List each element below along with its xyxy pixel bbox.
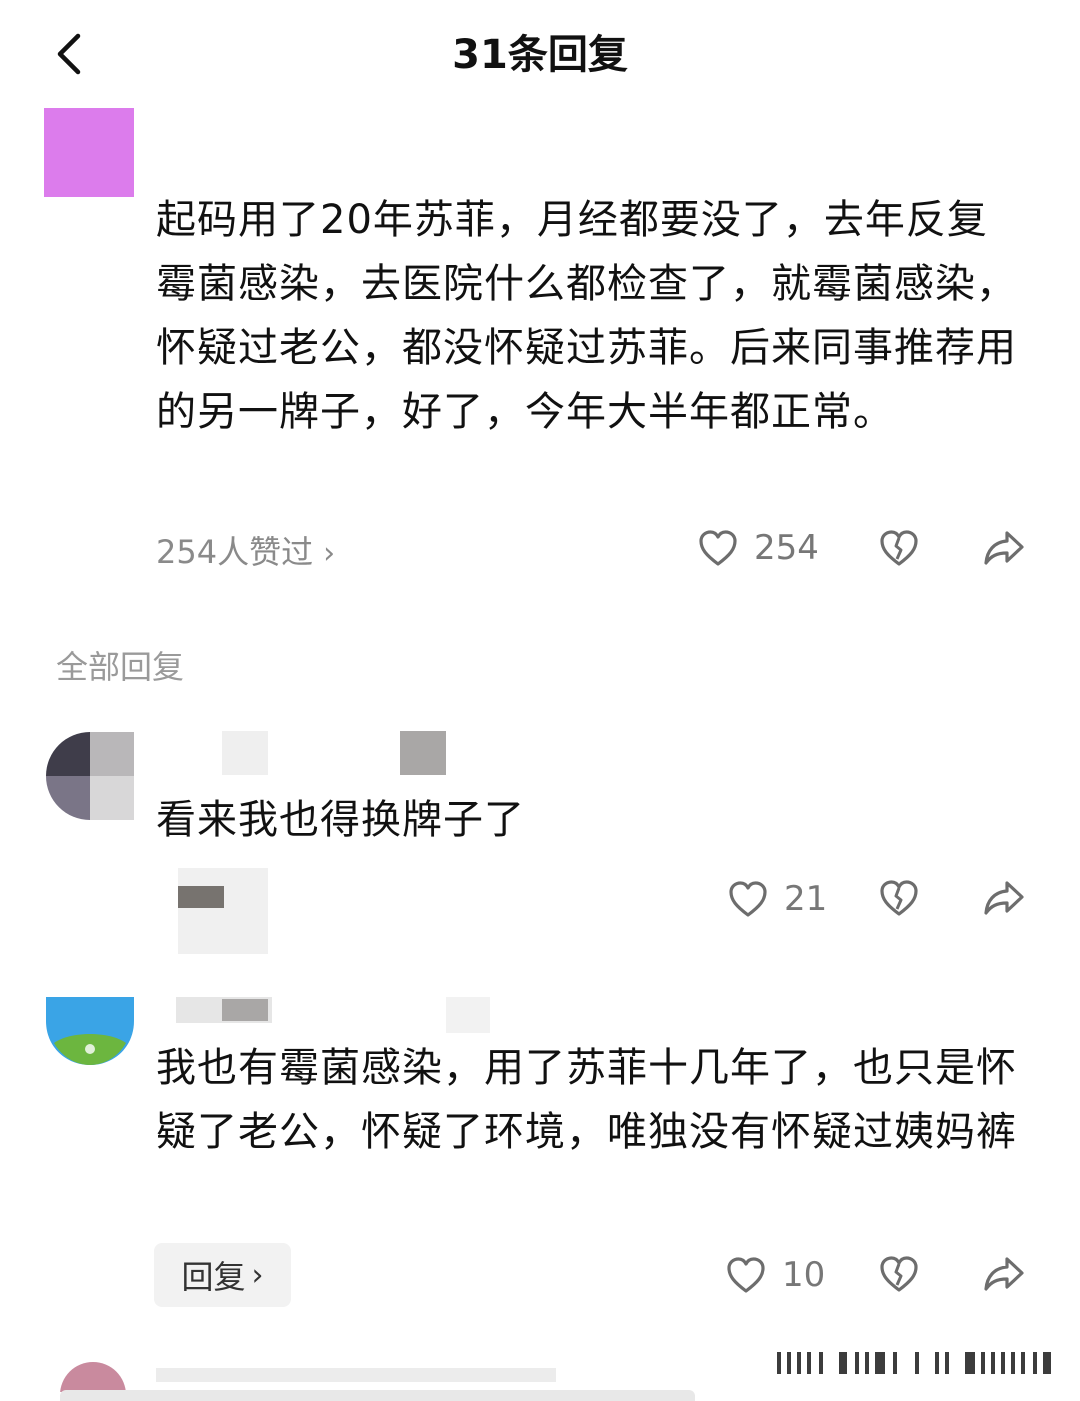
dislike-button[interactable] bbox=[879, 529, 919, 567]
like-button[interactable]: 254 bbox=[698, 528, 819, 568]
broken-heart-icon bbox=[880, 1256, 918, 1292]
bottom-input-bar[interactable] bbox=[60, 1390, 695, 1401]
like-button[interactable]: 10 bbox=[726, 1255, 825, 1295]
avatar-image bbox=[46, 997, 134, 1065]
next-reply-meta-cutoff bbox=[156, 1368, 556, 1382]
heart-icon bbox=[727, 1257, 765, 1293]
reply-text: 看来我也得换牌子了 bbox=[156, 797, 525, 843]
like-count: 21 bbox=[784, 879, 828, 919]
chevron-right-icon: › bbox=[323, 536, 336, 571]
chevron-right-icon: › bbox=[251, 1257, 264, 1293]
avatar[interactable] bbox=[60, 1362, 126, 1392]
likes-summary-label: 254人赞过 bbox=[156, 533, 314, 571]
likes-summary-link[interactable]: 254人赞过 › bbox=[156, 527, 335, 573]
share-button[interactable] bbox=[983, 879, 1025, 917]
share-icon bbox=[984, 881, 1024, 915]
reply-button[interactable]: 回复 › bbox=[154, 1243, 291, 1307]
heart-icon bbox=[699, 530, 737, 566]
share-icon bbox=[984, 1257, 1024, 1291]
redacted-block bbox=[222, 999, 268, 1021]
heart-icon bbox=[729, 881, 767, 917]
dislike-button[interactable] bbox=[879, 879, 919, 917]
like-count: 10 bbox=[782, 1255, 826, 1295]
watermark-logo bbox=[777, 1352, 1051, 1374]
reply-text: 我也有霉菌感染，用了苏菲十几年了，也只是怀疑了老公，怀疑了环境，唯独没有怀疑过姨… bbox=[156, 1045, 1017, 1155]
avatar[interactable] bbox=[46, 732, 134, 820]
share-button[interactable] bbox=[983, 1255, 1025, 1293]
like-count: 254 bbox=[754, 528, 819, 568]
broken-heart-icon bbox=[880, 880, 918, 916]
badge-redacted bbox=[446, 997, 490, 1033]
all-replies-label: 全部回复 bbox=[56, 648, 185, 686]
share-icon bbox=[984, 531, 1024, 565]
header: 31条回复 bbox=[0, 0, 1080, 105]
comment-text: 起码用了20年苏菲，月经都要没了，去年反复霉菌感染，去医院什么都检查了，就霉菌感… bbox=[156, 197, 1017, 435]
page-title: 31条回复 bbox=[452, 32, 628, 78]
avatar[interactable] bbox=[44, 108, 134, 197]
username-redacted bbox=[222, 731, 268, 775]
reply-button-redacted[interactable] bbox=[178, 868, 268, 954]
redacted-block bbox=[178, 886, 224, 908]
avatar[interactable] bbox=[46, 997, 134, 1065]
like-button[interactable]: 21 bbox=[728, 879, 827, 919]
broken-heart-icon bbox=[880, 530, 918, 566]
badge-redacted bbox=[400, 731, 446, 775]
share-button[interactable] bbox=[983, 529, 1025, 567]
dislike-button[interactable] bbox=[879, 1255, 919, 1293]
reply-button-label: 回复 bbox=[181, 1258, 246, 1296]
